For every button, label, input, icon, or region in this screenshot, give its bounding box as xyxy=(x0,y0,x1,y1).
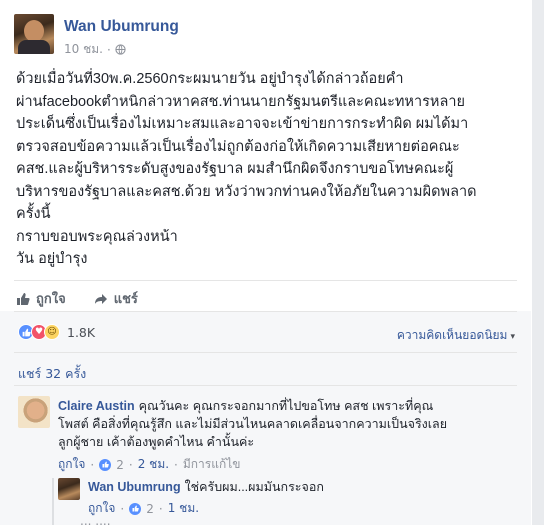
share-label: แชร์ xyxy=(113,292,138,307)
like-count-icon xyxy=(99,458,112,471)
reply-time[interactable]: 1 ชม. xyxy=(168,499,199,518)
post-time[interactable]: 10 ชม. xyxy=(64,40,103,59)
comment-text: คุณวันคะ คุณกระจอกมากที่ไปขอโทษ คสช เพรา… xyxy=(138,399,434,413)
shares-count[interactable]: แชร์ 32 ครั้ง xyxy=(18,364,86,384)
reaction-count: 1.8K xyxy=(67,324,96,340)
like-count-icon xyxy=(129,502,142,515)
author-name[interactable]: Wan Ubumrung xyxy=(64,18,179,36)
globe-icon[interactable] xyxy=(115,44,126,55)
comment-like-button[interactable]: ถูกใจ xyxy=(58,455,85,474)
post-line: คสช.และผู้บริหารระดับสูงของรัฐบาล ผมสำนึ… xyxy=(16,161,454,177)
post-actions: ถูกใจ แชร์ xyxy=(16,288,138,309)
divider xyxy=(14,352,517,353)
comment-body: Claire Austin คุณวันคะ คุณกระจอกมากที่ไปข… xyxy=(58,397,433,416)
commenter-name[interactable]: Claire Austin xyxy=(58,399,135,413)
next-reply-partial: ... .... xyxy=(80,514,111,525)
post-card: Wan Ubumrung 10 ชม. · ด้วยเมื่อวันที่30พ… xyxy=(0,0,544,525)
reply-author-name[interactable]: Wan Ubumrung xyxy=(88,480,181,494)
post-line: ตรวจสอบข้อความแล้วเป็นเรื่องไม่ถูกต้องก่… xyxy=(16,138,460,155)
comment-sort-label: ความคิดเห็นยอดนิยม xyxy=(396,328,508,342)
meta-separator: · xyxy=(106,42,111,57)
post-line: วัน อยู่บำรุง xyxy=(16,251,88,267)
post-line: ครั้งนี้ xyxy=(16,206,51,222)
divider xyxy=(14,280,517,281)
haha-reaction-icon: ☺ xyxy=(44,324,60,340)
post-meta: 10 ชม. · xyxy=(64,40,126,59)
like-label: ถูกใจ xyxy=(36,292,66,307)
thumbs-up-icon xyxy=(17,292,30,305)
share-arrow-icon xyxy=(94,293,107,304)
feed-background xyxy=(532,0,544,525)
comment-text: ลูกผู้ชาย เค้าต้องพูดคำไหน คำนั้นค่ะ xyxy=(58,435,255,449)
comment-text: โพสต์ คือสิ่งที่คุณรู้สึก และไม่มีส่วนไห… xyxy=(58,417,448,431)
reply-text: ใช่ครับผม...ผมมันกระจอก xyxy=(184,480,324,494)
share-button[interactable]: แชร์ xyxy=(94,288,138,309)
reply-body: Wan Ubumrung ใช่ครับผม...ผมมันกระจอก xyxy=(88,478,324,497)
edited-label[interactable]: มีการแก้ไข xyxy=(183,455,241,474)
caret-down-icon: ▾ xyxy=(510,332,515,342)
post-line: กราบขอบพระคุณล่วงหน้า xyxy=(16,228,178,245)
divider xyxy=(14,385,517,386)
post-message: ด้วยเมื่อวันที่30พ.ค.2560กระผมนายวัน อยู… xyxy=(16,68,516,271)
reaction-summary[interactable]: ♥ ☺ 1.8K xyxy=(18,324,95,340)
commenter-avatar[interactable] xyxy=(18,396,50,428)
like-button[interactable]: ถูกใจ xyxy=(16,288,66,309)
reply-like-count[interactable]: 2 xyxy=(146,502,154,516)
post-line: ผ่านfacebookตำหนิกล่าวหาคสช.ท่านนายกรัฐม… xyxy=(16,93,465,110)
divider xyxy=(14,311,517,312)
post-line: บริหารของรัฐบาลและคสช.ด้วย หวังว่าพวกท่า… xyxy=(16,183,477,200)
author-avatar[interactable] xyxy=(14,14,54,54)
reply-avatar[interactable] xyxy=(58,478,80,500)
comment-like-count[interactable]: 2 xyxy=(116,458,124,472)
post-line: ด้วยเมื่อวันที่30พ.ค.2560กระผมนายวัน อยู… xyxy=(16,71,404,87)
comment-time[interactable]: 2 ชม. xyxy=(138,455,169,474)
reply-thread-line xyxy=(52,478,54,525)
comment-sort-dropdown[interactable]: ความคิดเห็นยอดนิยม ▾ xyxy=(397,326,515,345)
post-line: ประเด็นซึ่งเป็นเรื่องไม่เหมาะสมและอาจจะเ… xyxy=(16,116,469,132)
comment-meta: ถูกใจ · 2 · 2 ชม. · มีการแก้ไข xyxy=(58,455,240,474)
